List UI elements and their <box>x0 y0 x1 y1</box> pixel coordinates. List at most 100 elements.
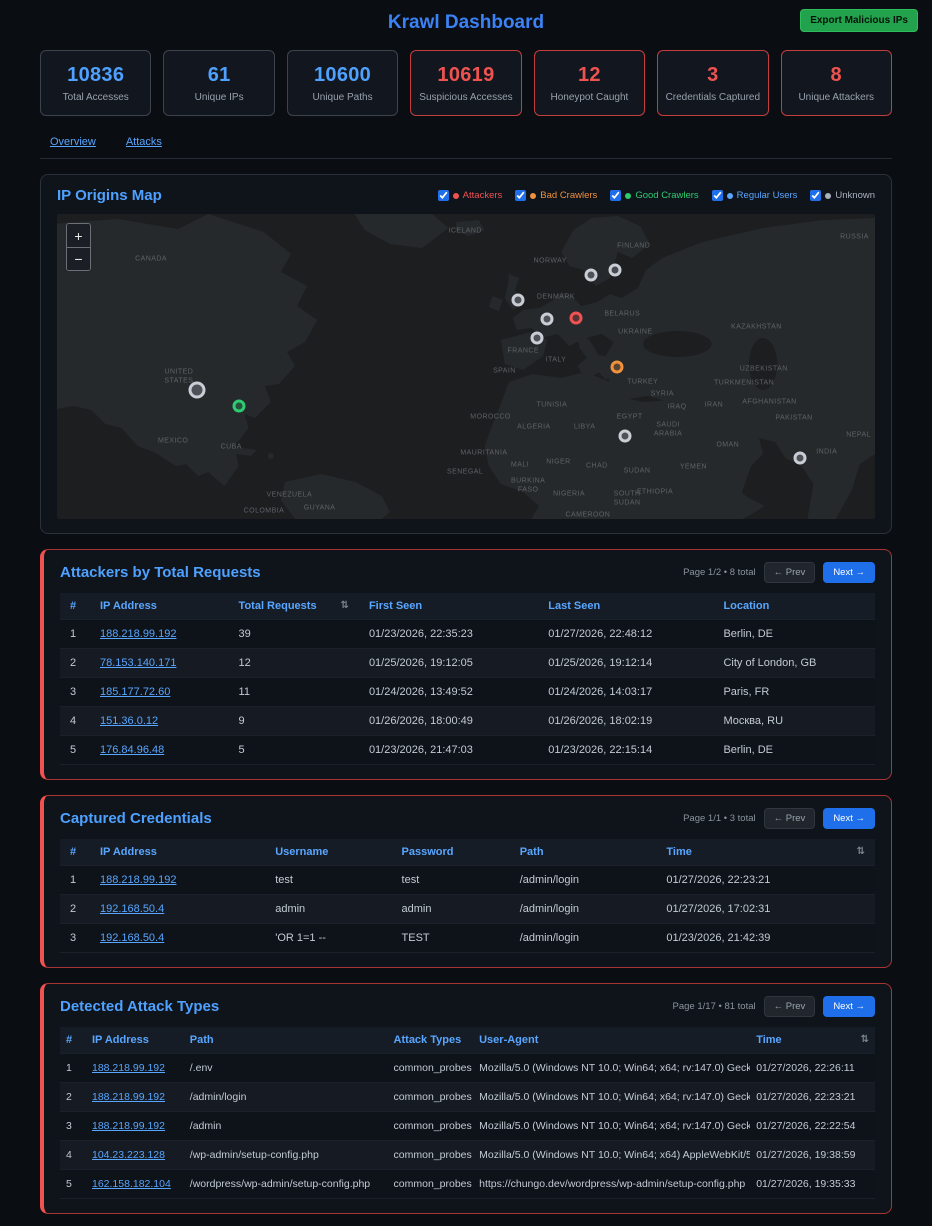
tab-attacks[interactable]: Attacks <box>126 136 162 148</box>
prev-button[interactable]: ← Prev <box>764 562 816 583</box>
tab-overview[interactable]: Overview <box>50 136 96 148</box>
legend-item-bad-crawlers[interactable]: Bad Crawlers <box>515 190 597 201</box>
column-header-time[interactable]: Time⇅ <box>750 1027 875 1054</box>
table-cell: 2 <box>60 649 90 678</box>
column-header-total-requests[interactable]: Total Requests⇅ <box>229 593 359 620</box>
ip-link[interactable]: 78.153.140.171 <box>100 657 176 669</box>
column-header-ip-address[interactable]: IP Address <box>86 1027 184 1054</box>
map-marker-good-crawler[interactable] <box>232 400 245 413</box>
stat-card-honeypot-caught: 12 Honeypot Caught <box>534 50 645 116</box>
sort-icon[interactable]: ⇅ <box>857 846 865 857</box>
table-cell: 01/27/2026, 22:48:12 <box>538 620 713 649</box>
table-cell: 1 <box>60 620 90 649</box>
legend-checkbox[interactable] <box>810 190 821 201</box>
table-row: 3185.177.72.601101/24/2026, 13:49:5201/2… <box>60 678 875 707</box>
tab-bar: Overview Attacks <box>40 136 892 159</box>
next-button[interactable]: Next → <box>823 996 875 1017</box>
next-button[interactable]: Next → <box>823 808 875 829</box>
map-marker-attacker[interactable] <box>569 312 582 325</box>
stat-label: Total Accesses <box>45 92 146 103</box>
table-cell: 01/23/2026, 21:47:03 <box>359 736 538 765</box>
table-row: 3188.218.99.192/admincommon_probesMozill… <box>60 1112 875 1141</box>
legend-dot-icon <box>453 193 459 199</box>
table-cell: 2 <box>60 1083 86 1112</box>
table-cell: 11 <box>229 678 359 707</box>
legend-checkbox[interactable] <box>515 190 526 201</box>
table-cell: Mozilla/5.0 (Windows NT 10.0; Win64; x64… <box>473 1083 750 1112</box>
column-header-password[interactable]: Password <box>392 839 510 866</box>
table-cell: 01/27/2026, 22:23:21 <box>656 866 875 895</box>
table-row: 1188.218.99.192/.envcommon_probesMozilla… <box>60 1054 875 1083</box>
column-header-time[interactable]: Time⇅ <box>656 839 875 866</box>
column-header-first-seen[interactable]: First Seen <box>359 593 538 620</box>
ip-link[interactable]: 188.218.99.192 <box>100 628 176 640</box>
ip-link[interactable]: 192.168.50.4 <box>100 932 164 944</box>
map-marker-unknown[interactable] <box>608 264 621 277</box>
map-marker-unknown[interactable] <box>793 452 806 465</box>
table-row: 278.153.140.1711201/25/2026, 19:12:0501/… <box>60 649 875 678</box>
legend-checkbox[interactable] <box>712 190 723 201</box>
legend-item-unknown[interactable]: Unknown <box>810 190 875 201</box>
column-header-ip-address[interactable]: IP Address <box>90 839 265 866</box>
ip-link[interactable]: 188.218.99.192 <box>92 1062 165 1074</box>
cell-ip-address: 176.84.96.48 <box>90 736 229 765</box>
map-marker-unknown[interactable] <box>540 312 553 325</box>
table-cell: 1 <box>60 866 90 895</box>
ip-link[interactable]: 188.218.99.192 <box>100 874 176 886</box>
legend-item-regular-users[interactable]: Regular Users <box>712 190 798 201</box>
map-marker-unknown[interactable] <box>585 269 598 282</box>
table-cell: https://chungo.dev/wordpress/wp-admin/se… <box>473 1170 750 1199</box>
map-marker-bad-crawler[interactable] <box>610 361 623 374</box>
column-header-num[interactable]: # <box>60 1027 86 1054</box>
table-cell: common_probes <box>388 1170 474 1199</box>
ip-link[interactable]: 104.23.223.128 <box>92 1149 165 1161</box>
column-header-attack-types[interactable]: Attack Types <box>388 1027 474 1054</box>
attacks-pagination: Page 1/17 • 81 total ← Prev Next → <box>673 996 875 1017</box>
ip-link[interactable]: 185.177.72.60 <box>100 686 170 698</box>
ip-link[interactable]: 162.158.182.104 <box>92 1178 171 1190</box>
map-marker-unknown[interactable] <box>531 332 544 345</box>
map-marker-unknown[interactable] <box>188 381 205 398</box>
column-header-ip-address[interactable]: IP Address <box>90 593 229 620</box>
column-header-location[interactable]: Location <box>713 593 875 620</box>
legend-checkbox[interactable] <box>610 190 621 201</box>
sort-icon[interactable]: ⇅ <box>861 1034 869 1045</box>
table-row: 2188.218.99.192/admin/logincommon_probes… <box>60 1083 875 1112</box>
table-cell: admin <box>392 895 510 924</box>
ip-link[interactable]: 176.84.96.48 <box>100 744 164 756</box>
next-button[interactable]: Next → <box>823 562 875 583</box>
ip-link[interactable]: 151.36.0.12 <box>100 715 158 727</box>
column-header-num[interactable]: # <box>60 839 90 866</box>
sort-icon[interactable]: ⇅ <box>341 600 349 611</box>
prev-button[interactable]: ← Prev <box>764 808 816 829</box>
column-header-path[interactable]: Path <box>510 839 657 866</box>
table-row: 2192.168.50.4adminadmin/admin/login01/27… <box>60 895 875 924</box>
map-legend: Attackers Bad Crawlers Good Crawlers Regula… <box>438 190 875 201</box>
legend-checkbox[interactable] <box>438 190 449 201</box>
world-map[interactable]: + − CANADAICELANDRUSSIANORWAYFINLANDDENM… <box>57 214 875 519</box>
table-cell: 01/27/2026, 19:35:33 <box>750 1170 875 1199</box>
export-malicious-ips-button[interactable]: Export Malicious IPs <box>800 9 918 32</box>
table-cell: 3 <box>60 1112 86 1141</box>
legend-label: Good Crawlers <box>635 190 698 201</box>
stat-card-unique-attackers: 8 Unique Attackers <box>781 50 892 116</box>
table-cell: 39 <box>229 620 359 649</box>
column-header-path[interactable]: Path <box>184 1027 388 1054</box>
legend-item-attackers[interactable]: Attackers <box>438 190 503 201</box>
table-cell: /admin <box>184 1112 388 1141</box>
ip-link[interactable]: 192.168.50.4 <box>100 903 164 915</box>
legend-item-good-crawlers[interactable]: Good Crawlers <box>610 190 698 201</box>
column-header-num[interactable]: # <box>60 593 90 620</box>
map-marker-unknown[interactable] <box>512 294 525 307</box>
table-cell: test <box>392 866 510 895</box>
ip-link[interactable]: 188.218.99.192 <box>92 1120 165 1132</box>
ip-link[interactable]: 188.218.99.192 <box>92 1091 165 1103</box>
column-header-username[interactable]: Username <box>265 839 391 866</box>
zoom-in-button[interactable]: + <box>67 224 90 247</box>
table-cell: 4 <box>60 707 90 736</box>
column-header-last-seen[interactable]: Last Seen <box>538 593 713 620</box>
map-marker-unknown[interactable] <box>618 430 631 443</box>
zoom-out-button[interactable]: − <box>67 247 90 270</box>
prev-button[interactable]: ← Prev <box>764 996 816 1017</box>
column-header-user-agent[interactable]: User-Agent <box>473 1027 750 1054</box>
